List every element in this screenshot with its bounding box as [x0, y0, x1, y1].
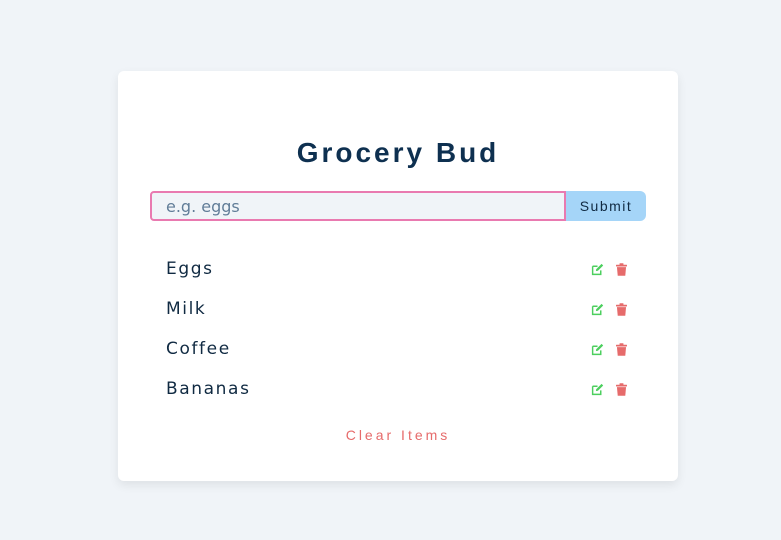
grocery-list: Eggs Milk Coffee Bananas: [166, 249, 634, 409]
edit-icon[interactable]: [590, 382, 604, 396]
trash-icon[interactable]: [614, 382, 628, 396]
list-item: Eggs: [166, 249, 634, 289]
list-item: Coffee: [166, 329, 634, 369]
edit-icon[interactable]: [590, 342, 604, 356]
clear-items-button[interactable]: Clear Items: [118, 427, 678, 443]
item-name: Eggs: [166, 259, 214, 279]
list-item: Milk: [166, 289, 634, 329]
item-actions: [590, 342, 628, 356]
trash-icon[interactable]: [614, 262, 628, 276]
edit-icon[interactable]: [590, 262, 604, 276]
trash-icon[interactable]: [614, 302, 628, 316]
page-title: Grocery Bud: [296, 137, 500, 168]
trash-icon[interactable]: [614, 342, 628, 356]
item-name: Coffee: [166, 339, 231, 359]
list-item: Bananas: [166, 369, 634, 409]
grocery-input[interactable]: [150, 191, 566, 221]
submit-button[interactable]: Submit: [566, 191, 646, 221]
item-name: Milk: [166, 299, 207, 319]
item-actions: [590, 382, 628, 396]
grocery-card: Grocery Bud Submit Eggs: [118, 71, 678, 481]
item-name: Bananas: [166, 379, 251, 399]
item-actions: [590, 262, 628, 276]
grocery-form: Submit: [150, 191, 646, 221]
edit-icon[interactable]: [590, 302, 604, 316]
item-actions: [590, 302, 628, 316]
